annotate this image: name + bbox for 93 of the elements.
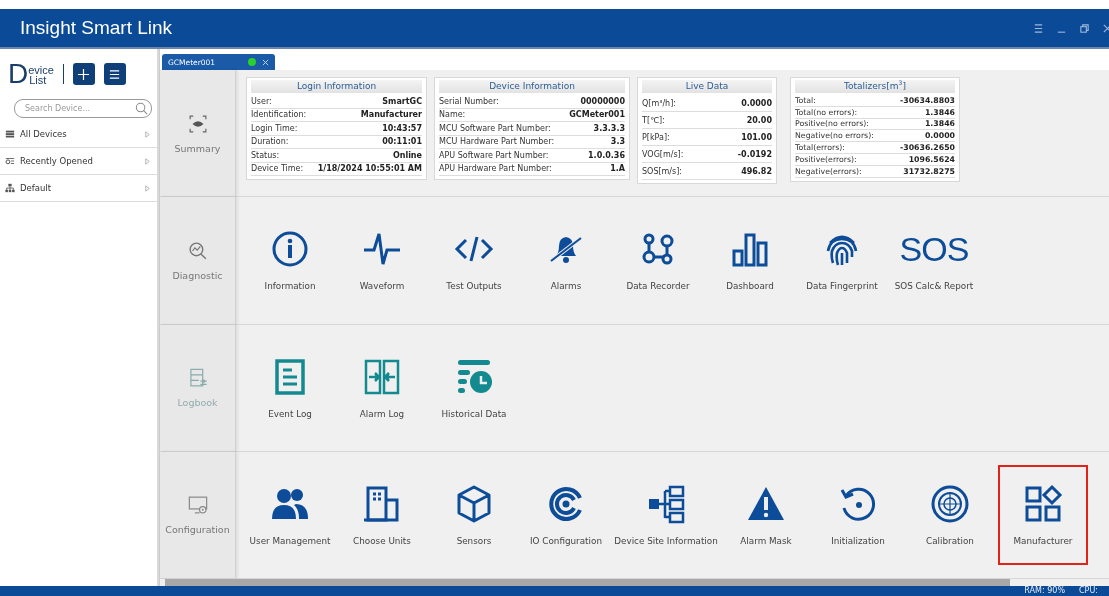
tile-button[interactable]: Alarm Mask [722,469,810,560]
caret-right-icon [144,184,151,192]
list-icon [5,129,15,139]
field-value: 3.3 [610,137,625,147]
field-value: 00:11:01 [382,137,422,147]
search-icon [135,102,148,115]
menu-icon [108,67,122,81]
field-label: APU Hardware Part Number: [439,164,552,174]
field-label: T[℃]: [642,115,665,125]
field-label: P[kPa]: [642,132,670,142]
hierarchy-icon [5,183,15,193]
window-title: Insight Smart Link [20,17,173,39]
tile-button[interactable]: Historical Data [430,342,518,433]
menu-icon[interactable] [1033,22,1044,34]
field-label: APU Software Part Number: [439,150,549,160]
tile-button[interactable]: Information [246,215,334,306]
tile-button[interactable]: Calibration [906,469,994,560]
close-icon[interactable] [262,58,269,66]
field-value: 3.3.3.3 [593,123,625,133]
field-label: Device Time: [251,164,304,174]
monitor-gear-icon [186,494,209,517]
logo-text: List [29,75,48,85]
plus-icon [77,67,91,81]
field-label: Status: [251,150,280,160]
caret-right-icon [144,157,151,165]
tile-button[interactable]: SOS SOS Calc& Report [890,215,978,306]
tile-button[interactable]: Test Outputs [430,215,518,306]
field-label: SOS[m/s]: [642,166,683,176]
field-value: 1/18/2024 10:55:01 AM [317,164,422,174]
field-label: Name: [439,110,466,120]
field-value: 20.00 [746,115,772,125]
add-button[interactable] [72,63,95,85]
section-tab[interactable]: Diagnostic [160,197,236,324]
tile-button[interactable]: IO Configuration [522,469,610,560]
field-label: Q[m³/h]: [642,98,676,108]
field-label: VOG[m/s]: [642,149,684,159]
logo-initial: D [8,62,29,86]
tile-button[interactable]: Sensors [430,469,518,560]
ram-usage: RAM: 90% [1024,586,1065,596]
tile-button[interactable]: Event Log [246,342,334,433]
field-label: User: [251,96,272,106]
section-tab[interactable]: Summary [160,70,236,197]
field-value: 101.00 [741,132,772,142]
tile-button[interactable]: Waveform [338,215,426,306]
search-field[interactable]: Search Device... [14,99,152,118]
tile-button[interactable]: Device Site Information [614,469,718,560]
tile-button[interactable]: Choose Units [338,469,426,560]
eye-icon [186,112,209,135]
field-label: MCU Hardware Part Number: [439,137,555,147]
tile-button[interactable]: Alarms [522,215,610,306]
card-title: Live Data [642,80,772,93]
tile-button[interactable]: Data Recorder [614,215,702,306]
field-value: 0.0000 [741,98,772,108]
tile-button[interactable]: Data Fingerprint [798,215,886,306]
caret-right-icon [144,130,151,138]
field-value: 496.82 [741,166,772,176]
cpu-usage: CPU: [1079,586,1099,596]
field-value: GCMeter001 [569,110,625,120]
field-value: SmartGC [382,96,422,106]
tile-button[interactable]: Manufacturer [998,464,1088,565]
field-value: Online [392,150,422,160]
field-value: 00000000 [580,96,625,106]
tile-button[interactable]: User Management [246,469,334,560]
tree-diagram-icon [646,483,686,524]
card-title: Login Information [251,80,422,93]
recent-icon [5,156,15,166]
list-menu-button[interactable] [103,63,126,85]
field-value: 1.0.0.36 [588,150,625,160]
tile-button[interactable]: Dashboard [706,215,794,306]
field-value: Manufacturer [360,110,422,120]
card-title: Totalizers[m$^{3}$] [795,80,955,93]
field-value: 1.A [610,164,625,174]
tile-button[interactable]: Alarm Log [338,342,426,433]
logo-text: evice [28,65,54,75]
field-value: 10:43:57 [382,123,422,133]
sidebar-item[interactable]: Recently Opened [0,148,157,175]
sidebar-item[interactable]: Default [0,175,157,202]
field-label: MCU Software Part Number: [439,123,551,133]
field-label: Login Time: [251,123,298,133]
field-label: Serial Number: [439,96,499,106]
section-tab[interactable]: Configuration [160,451,236,578]
crosshair-target-icon [930,483,970,524]
card-title: Device Information [439,80,625,93]
squares-diamond-icon [1023,483,1063,524]
icon-text: SOS [899,229,969,270]
sidebar-item[interactable]: All Devices [0,121,157,148]
tile-button[interactable]: Initialization [814,469,902,560]
field-value: -0.0192 [737,149,772,159]
chart-magnifier-icon [186,239,209,262]
restore-icon[interactable] [1079,22,1090,34]
field-label: Identification: [251,110,307,120]
scrollbar-thumb[interactable] [165,579,1010,586]
field-label: Duration: [251,137,289,147]
